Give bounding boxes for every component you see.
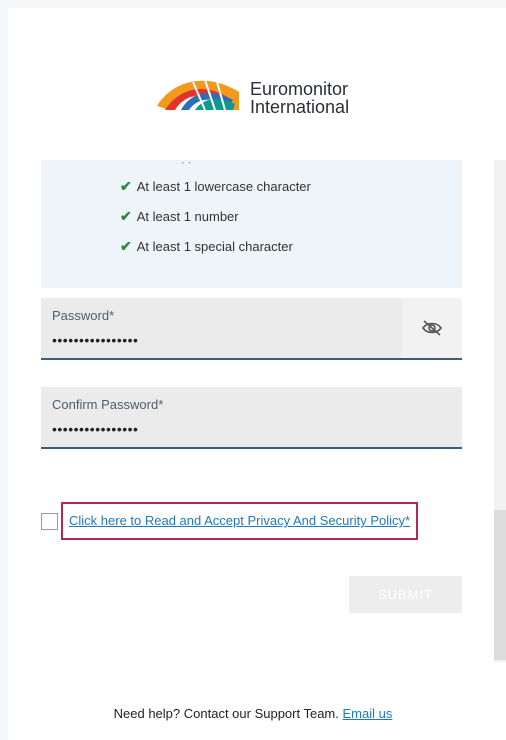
help-text: Need help? Contact our Support Team. xyxy=(113,706,339,721)
brand-line-1: Euromonitor xyxy=(250,79,349,99)
requirement-text: At least 1 special character xyxy=(136,239,293,254)
brand-name: Euromonitor International xyxy=(250,80,349,116)
eye-slash-icon xyxy=(422,320,442,336)
toggle-visibility-button[interactable] xyxy=(402,298,462,358)
form-scroll-area[interactable]: · · ✔ At least 1 lowercase character ✔ At … xyxy=(41,160,462,660)
brand-line-2: International xyxy=(250,97,350,117)
requirement-text: At least 1 number xyxy=(136,209,239,224)
check-icon: ✔ xyxy=(120,208,132,224)
requirement-text: At least 1 lowercase character xyxy=(136,179,311,194)
email-us-link[interactable]: Email us xyxy=(343,706,393,721)
scrollbar-thumb[interactable] xyxy=(494,510,506,660)
confirm-password-field[interactable]: Confirm Password* •••••••••••••••• xyxy=(41,387,462,449)
password-field[interactable]: Password* •••••••••••••••• xyxy=(41,298,462,360)
scrollbar[interactable] xyxy=(494,160,506,662)
brand-logo: Euromonitor International xyxy=(155,72,395,122)
password-label: Password* xyxy=(52,308,115,323)
logo-arc-icon xyxy=(157,79,239,111)
requirement-item: ✔ At least 1 lowercase character xyxy=(120,176,311,196)
password-input[interactable]: •••••••••••••••• xyxy=(52,332,138,348)
confirm-password-label: Confirm Password* xyxy=(52,397,164,412)
help-footer: Need help? Contact our Support Team. Ema… xyxy=(0,706,506,721)
requirement-item: ✔ At least 1 special character xyxy=(120,236,293,256)
requirement-item: ✔ At least 1 number xyxy=(120,206,239,226)
policy-link[interactable]: Click here to Read and Accept Privacy An… xyxy=(61,502,419,540)
policy-checkbox[interactable] xyxy=(41,513,58,530)
confirm-password-input[interactable]: •••••••••••••••• xyxy=(52,421,138,437)
check-icon: ✔ xyxy=(120,238,132,254)
clipped-text: · · xyxy=(181,160,192,169)
password-requirements: · · ✔ At least 1 lowercase character ✔ At … xyxy=(41,160,462,288)
submit-button[interactable]: SUBMIT xyxy=(349,576,462,613)
check-icon: ✔ xyxy=(120,178,132,194)
policy-row: Click here to Read and Accept Privacy An… xyxy=(41,502,462,542)
